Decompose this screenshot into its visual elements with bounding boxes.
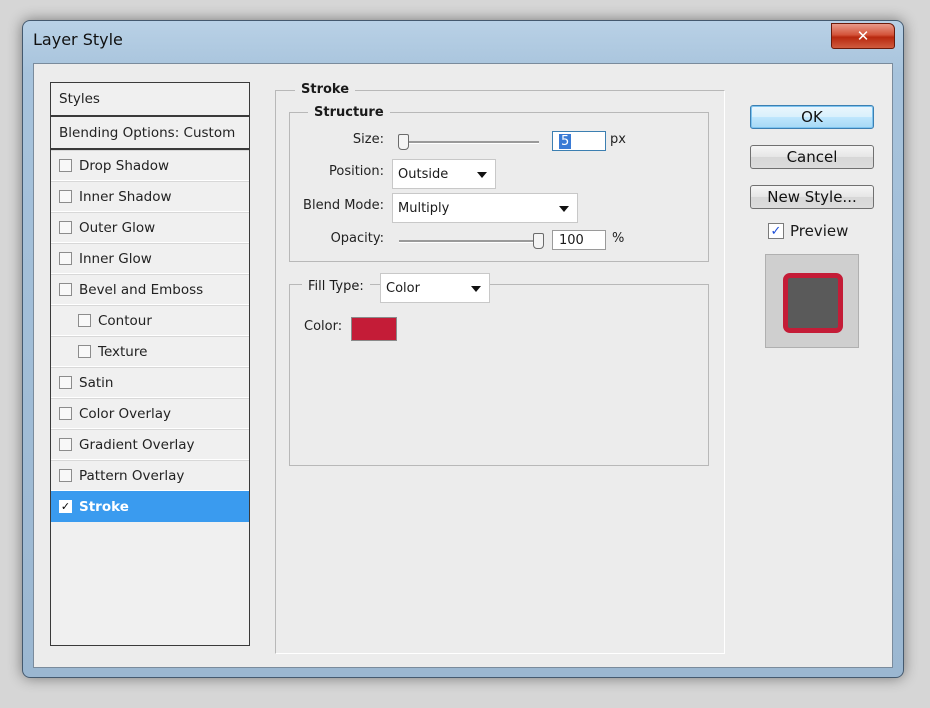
- dialog-client-area: Styles Blending Options: Custom Drop Sha…: [33, 63, 893, 668]
- style-item-label: Inner Shadow: [79, 188, 172, 205]
- opacity-slider-track[interactable]: [399, 240, 539, 243]
- preview-label: Preview: [790, 222, 849, 240]
- styles-header[interactable]: Styles: [51, 83, 249, 117]
- style-checkbox[interactable]: [59, 438, 72, 451]
- style-item-color-overlay[interactable]: Color Overlay: [51, 398, 249, 429]
- opacity-slider-thumb[interactable]: [533, 233, 544, 249]
- size-unit: px: [610, 132, 626, 147]
- style-item-label: Outer Glow: [79, 219, 156, 236]
- style-checkbox[interactable]: [59, 252, 72, 265]
- preview-toggle[interactable]: ✓ Preview: [768, 222, 848, 240]
- size-value: 5: [559, 133, 572, 149]
- style-item-label: Inner Glow: [79, 250, 152, 267]
- fill-type-label: Fill Type:: [308, 279, 364, 294]
- opacity-value: 100: [559, 232, 584, 248]
- stroke-group-title: Stroke: [295, 82, 356, 97]
- structure-group-title: Structure: [308, 105, 390, 120]
- style-checkbox[interactable]: [59, 283, 72, 296]
- blend-mode-label: Blend Mode:: [303, 198, 384, 213]
- style-item-gradient-overlay[interactable]: Gradient Overlay: [51, 429, 249, 460]
- ok-button[interactable]: OK: [750, 105, 874, 129]
- size-slider-thumb[interactable]: [397, 134, 409, 150]
- checkmark-icon: ✓: [770, 223, 782, 239]
- size-label: Size:: [352, 132, 384, 147]
- close-button[interactable]: ✕: [831, 23, 895, 49]
- style-checkbox[interactable]: [78, 345, 91, 358]
- size-slider-track[interactable]: [399, 141, 539, 144]
- style-checkbox[interactable]: [59, 376, 72, 389]
- style-item-drop-shadow[interactable]: Drop Shadow: [51, 150, 249, 181]
- style-item-label: Pattern Overlay: [79, 467, 185, 484]
- style-checkbox[interactable]: [59, 190, 72, 203]
- fill-type-value: Color: [386, 280, 420, 296]
- fill-type-dropdown[interactable]: Color: [380, 273, 490, 303]
- checkmark-icon: ✓: [60, 500, 71, 513]
- position-value: Outside: [398, 166, 449, 182]
- preview-checkbox[interactable]: ✓: [768, 223, 784, 239]
- chevron-down-icon: [477, 172, 487, 178]
- style-item-label: Bevel and Emboss: [79, 281, 204, 298]
- style-item-inner-glow[interactable]: Inner Glow: [51, 243, 249, 274]
- position-dropdown[interactable]: Outside: [392, 159, 496, 189]
- style-item-label: Color Overlay: [79, 405, 172, 422]
- opacity-label: Opacity:: [330, 231, 384, 246]
- chevron-down-icon: [559, 206, 569, 212]
- blending-options-label: Blending Options: Custom: [59, 124, 236, 141]
- style-item-label: Texture: [98, 343, 148, 360]
- cancel-button[interactable]: Cancel: [750, 145, 874, 169]
- style-item-texture[interactable]: Texture: [51, 336, 249, 367]
- color-label: Color:: [304, 319, 343, 334]
- style-item-outer-glow[interactable]: Outer Glow: [51, 212, 249, 243]
- style-item-label: Contour: [98, 312, 152, 329]
- preview-thumbnail: [765, 254, 859, 348]
- style-item-label: Gradient Overlay: [79, 436, 195, 453]
- color-swatch[interactable]: [351, 317, 397, 341]
- new-style-button[interactable]: New Style...: [750, 185, 874, 209]
- position-label: Position:: [329, 164, 384, 179]
- style-checkbox[interactable]: ✓: [59, 500, 72, 513]
- layer-style-dialog: Layer Style ✕ Styles Blending Options: C…: [22, 20, 904, 678]
- close-icon: ✕: [856, 27, 870, 45]
- fill-type-legend: Fill Type:: [302, 276, 370, 310]
- style-item-label: Satin: [79, 374, 114, 391]
- ok-button-label: OK: [801, 108, 823, 126]
- dialog-title: Layer Style: [33, 30, 123, 49]
- style-item-label: Stroke: [79, 498, 129, 515]
- style-item-satin[interactable]: Satin: [51, 367, 249, 398]
- style-checkbox[interactable]: [59, 407, 72, 420]
- new-style-button-label: New Style...: [767, 188, 857, 206]
- preview-sample-shape: [783, 273, 843, 333]
- style-checkbox[interactable]: [59, 469, 72, 482]
- style-item-inner-shadow[interactable]: Inner Shadow: [51, 181, 249, 212]
- styles-list: Styles Blending Options: Custom Drop Sha…: [50, 82, 250, 646]
- style-item-label: Drop Shadow: [79, 157, 170, 174]
- styles-header-label: Styles: [59, 91, 100, 107]
- chevron-down-icon: [471, 286, 481, 292]
- cancel-button-label: Cancel: [786, 148, 838, 166]
- style-checkbox[interactable]: [59, 221, 72, 234]
- style-checkbox[interactable]: [59, 159, 72, 172]
- blend-mode-dropdown[interactable]: Multiply: [392, 193, 578, 223]
- fill-type-group: [289, 284, 709, 466]
- style-item-stroke[interactable]: ✓ Stroke: [51, 491, 249, 522]
- style-item-bevel-and-emboss[interactable]: Bevel and Emboss: [51, 274, 249, 305]
- size-input[interactable]: 5: [552, 131, 606, 151]
- style-item-pattern-overlay[interactable]: Pattern Overlay: [51, 460, 249, 491]
- opacity-input[interactable]: 100: [552, 230, 606, 250]
- style-item-contour[interactable]: Contour: [51, 305, 249, 336]
- style-checkbox[interactable]: [78, 314, 91, 327]
- blend-mode-value: Multiply: [398, 200, 450, 216]
- opacity-unit: %: [612, 231, 625, 246]
- blending-options-item[interactable]: Blending Options: Custom: [51, 117, 249, 150]
